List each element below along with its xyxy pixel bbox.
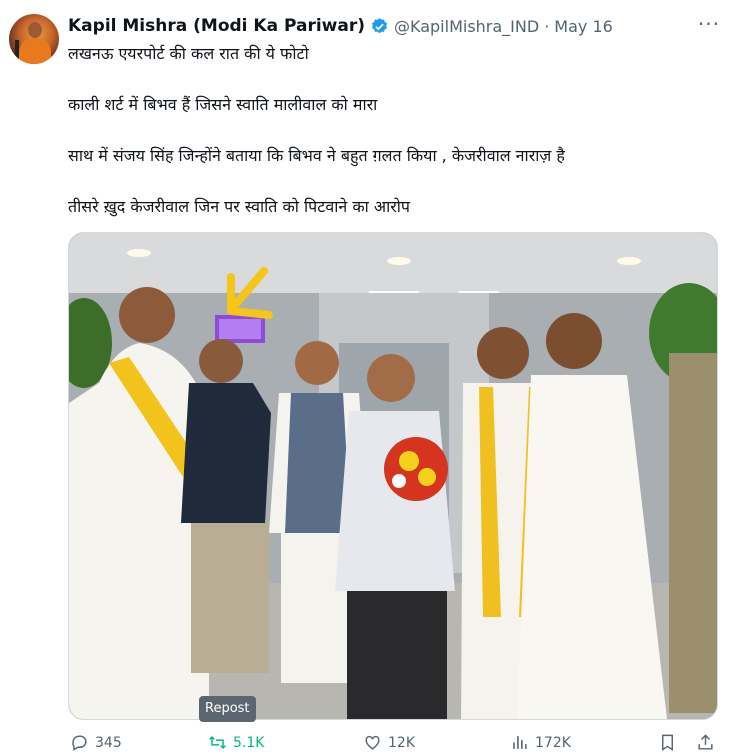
repost-icon: [209, 735, 226, 750]
post-photo[interactable]: [68, 232, 718, 720]
post-text-line-1: लखनऊ एयरपोर्ट की कल रात की ये फोटो: [68, 44, 309, 63]
author-name[interactable]: Kapil Mishra (Modi Ka Pariwar): [68, 16, 365, 36]
repost-button[interactable]: 5.1K: [208, 733, 264, 752]
author-avatar[interactable]: [9, 14, 59, 64]
like-button[interactable]: 12K: [363, 733, 415, 752]
heart-icon: [365, 735, 380, 750]
post-text-line-2: काली शर्ट में बिभव हैं जिसने स्वाति माली…: [68, 95, 378, 114]
share-button[interactable]: [696, 733, 715, 752]
separator-dot: ·: [544, 16, 550, 36]
repost-count: 5.1K: [233, 734, 265, 751]
author-handle[interactable]: @KapilMishra_IND: [394, 17, 539, 36]
views-chart-icon: [513, 736, 527, 749]
post-header: Kapil Mishra (Modi Ka Pariwar) @KapilMis…: [68, 14, 704, 38]
post-text-line-3: साथ में संजय सिंह जिन्होंने बताया कि बिभ…: [68, 146, 565, 165]
share-icon: [698, 734, 713, 750]
reply-button[interactable]: 345: [70, 733, 122, 752]
reply-count: 345: [95, 734, 122, 751]
reply-icon: [72, 735, 87, 751]
views-button[interactable]: 172K: [510, 733, 571, 752]
photo-scene: [69, 233, 717, 719]
post-date[interactable]: May 16: [554, 17, 613, 36]
bookmark-icon: [662, 734, 673, 751]
verified-badge-icon: [371, 17, 388, 33]
more-options-icon[interactable]: ···: [698, 14, 720, 34]
repost-tooltip: Repost: [199, 696, 256, 722]
bookmark-button[interactable]: [658, 733, 677, 752]
views-count: 172K: [535, 734, 571, 751]
post-text-line-4: तीसरे ख़ुद केजरीवाल जिन पर स्वाति को पिट…: [68, 197, 410, 216]
action-bar: 345 5.1K 12K 172K: [68, 733, 716, 756]
like-count: 12K: [388, 734, 415, 751]
